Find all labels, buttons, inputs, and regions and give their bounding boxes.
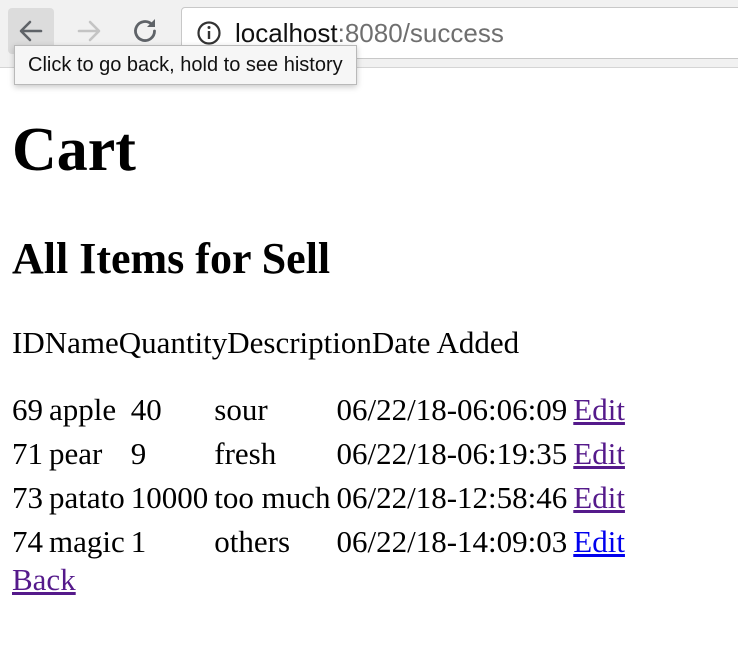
- item-quantity: 1: [130, 524, 147, 559]
- table-row: 71 pear 9 fresh 06/22/18-06:19:35 Edit: [12, 434, 625, 474]
- section-heading: All Items for Sell: [12, 234, 331, 283]
- url-path: :8080/success: [337, 18, 504, 48]
- item-quantity: 40: [130, 392, 162, 427]
- url-text[interactable]: localhost:8080/success: [235, 18, 504, 48]
- column-header-description: Description: [227, 325, 372, 360]
- edit-link[interactable]: Edit: [573, 480, 625, 515]
- table-row: 73 patato 10000 too much 06/22/18-12:58:…: [12, 478, 625, 518]
- table-row: 69 apple 40 sour 06/22/18-06:06:09 Edit: [12, 390, 625, 430]
- table-header: IDNameQuantityDescriptionDate Added: [12, 325, 519, 361]
- column-header-id: ID: [12, 325, 45, 360]
- edit-cell: Edit: [573, 478, 625, 518]
- item-name: patato: [49, 480, 125, 515]
- page-title: Cart: [12, 116, 136, 184]
- url-host: localhost: [235, 18, 338, 48]
- info-icon[interactable]: [196, 20, 222, 46]
- item-name: pear: [49, 436, 103, 471]
- arrow-right-icon: [77, 20, 101, 42]
- table-row: 74 magic 1 others 06/22/18-14:09:03 Edit: [12, 522, 625, 562]
- edit-cell: Edit: [573, 434, 625, 474]
- column-header-name: Name: [44, 325, 119, 360]
- item-description: too much: [214, 480, 331, 515]
- back-link[interactable]: Back: [12, 562, 76, 598]
- item-quantity: 10000: [130, 480, 209, 515]
- item-description: others: [214, 524, 291, 559]
- item-id: 71: [12, 436, 43, 471]
- item-date-added: 06/22/18-12:58:46: [336, 480, 568, 515]
- items-table: 69 apple 40 sour 06/22/18-06:06:09 Edit …: [6, 386, 631, 566]
- edit-cell: Edit: [573, 390, 625, 430]
- item-id: 73: [12, 480, 43, 515]
- item-quantity: 9: [130, 436, 147, 471]
- item-name: magic: [49, 524, 125, 559]
- edit-link[interactable]: Edit: [573, 392, 625, 427]
- item-date-added: 06/22/18-06:06:09: [336, 392, 568, 427]
- reload-icon: [134, 19, 156, 42]
- item-id: 74: [12, 524, 43, 559]
- edit-link[interactable]: Edit: [573, 436, 625, 471]
- arrow-left-icon: [19, 20, 43, 42]
- item-description: fresh: [214, 436, 277, 471]
- item-id: 69: [12, 392, 43, 427]
- column-header-date-added: Date Added: [371, 325, 520, 360]
- column-header-quantity: Quantity: [118, 325, 228, 360]
- item-date-added: 06/22/18-06:19:35: [336, 436, 568, 471]
- edit-cell: Edit: [573, 522, 625, 562]
- item-description: sour: [214, 392, 268, 427]
- item-name: apple: [49, 392, 117, 427]
- back-button-tooltip: Click to go back, hold to see history: [14, 45, 357, 85]
- edit-link[interactable]: Edit: [573, 524, 625, 559]
- item-date-added: 06/22/18-14:09:03: [336, 524, 568, 559]
